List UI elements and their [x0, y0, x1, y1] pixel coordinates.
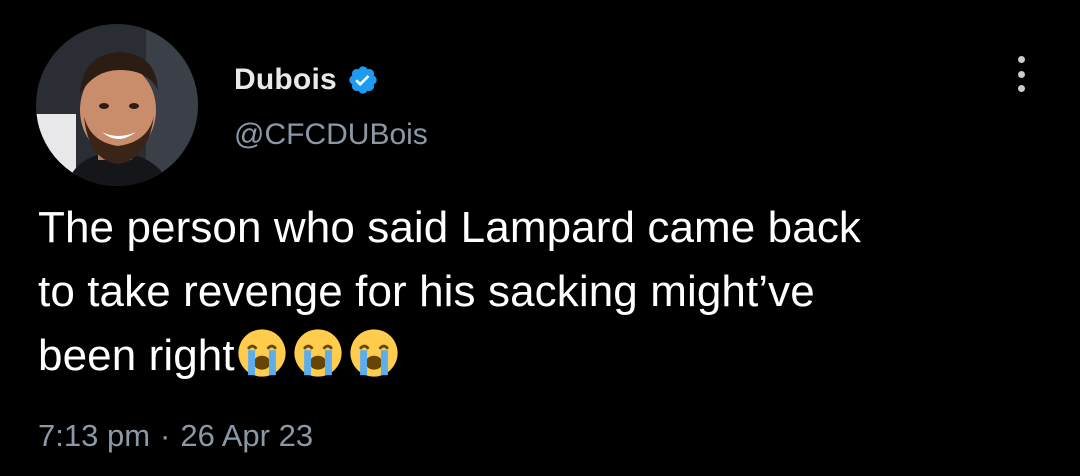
tweet-text-line: The person who said Lampard came back	[38, 203, 862, 252]
tweet-text-line: to take revenge for his sacking might’ve	[38, 267, 815, 316]
loudly-crying-face-icon	[238, 329, 286, 377]
more-dot	[1017, 70, 1025, 78]
loudly-crying-face-icon	[294, 329, 342, 377]
tweet-metadata: 7:13 pm · 26 Apr 23	[38, 418, 313, 454]
author-name-row: Dubois	[234, 58, 379, 102]
author-handle[interactable]: @CFCDUBois	[234, 118, 428, 152]
avatar[interactable]	[36, 24, 198, 186]
tweet-text-line-last: been right	[38, 324, 1058, 388]
verified-badge-icon	[349, 66, 377, 94]
more-vertical-icon[interactable]	[1006, 52, 1036, 96]
avatar-image	[36, 24, 198, 186]
loudly-crying-face-icon	[350, 329, 398, 377]
tweet-text-fragment: been right	[38, 331, 235, 380]
tweet-text: The person who said Lampard came back to…	[38, 196, 1058, 388]
emoji-group	[237, 328, 405, 378]
more-dot	[1017, 56, 1025, 63]
more-dot	[1017, 85, 1025, 92]
meta-separator: ·	[160, 418, 171, 453]
author-display-name[interactable]: Dubois	[234, 63, 337, 97]
tweet-card: Dubois @CFCDUBois The person who said La…	[0, 0, 1080, 476]
tweet-date[interactable]: 26 Apr 23	[180, 418, 313, 454]
tweet-time[interactable]: 7:13 pm	[38, 418, 150, 454]
